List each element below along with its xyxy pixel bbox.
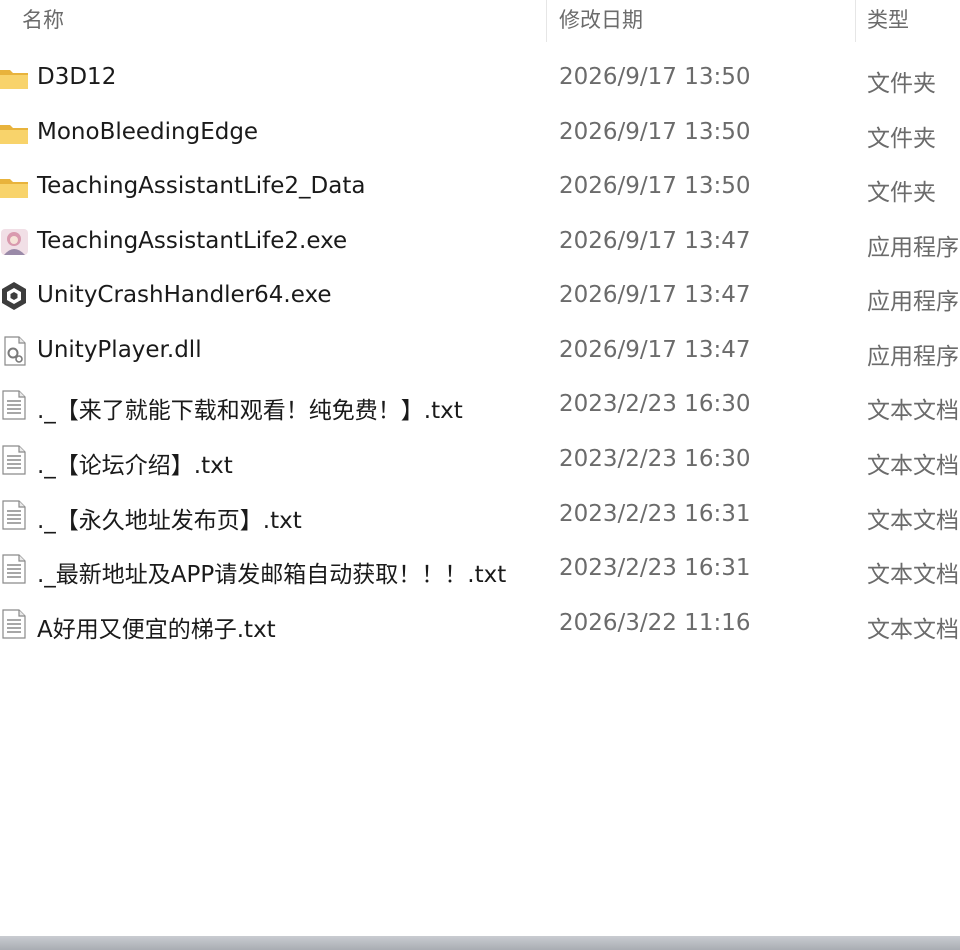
file-name: TeachingAssistantLife2.exe <box>37 228 348 254</box>
text-file-icon <box>0 609 30 639</box>
file-date: 2023/2/23 16:31 <box>559 501 751 527</box>
file-date: 2026/9/17 13:50 <box>559 173 751 199</box>
file-row[interactable]: ._【永久地址发布页】.txt 2023/2/23 16:31 文本文档 <box>0 489 960 543</box>
file-date: 2026/9/17 13:50 <box>559 64 751 90</box>
file-type: 文件夹 <box>867 126 936 152</box>
file-row[interactable]: ._最新地址及APP请发邮箱自动获取！！！.txt 2023/2/23 16:3… <box>0 543 960 597</box>
file-name: ._【论坛介绍】.txt <box>37 453 233 479</box>
file-name: MonoBleedingEdge <box>37 119 259 145</box>
file-name: A好用又便宜的梯子.txt <box>37 617 276 643</box>
file-name: TeachingAssistantLife2_Data <box>37 173 366 199</box>
file-type: 文本文档 <box>867 617 959 643</box>
file-type: 文件夹 <box>867 180 936 206</box>
file-type: 文本文档 <box>867 453 959 479</box>
file-type: 文本文档 <box>867 398 959 424</box>
file-date: 2026/9/17 13:47 <box>559 228 751 254</box>
column-header-name[interactable]: 名称 <box>22 4 64 34</box>
taskbar-edge <box>0 936 960 950</box>
text-file-icon <box>0 500 30 530</box>
file-date: 2023/2/23 16:30 <box>559 391 751 417</box>
file-name: ._【来了就能下载和观看！纯免费！】.txt <box>37 398 463 424</box>
text-file-icon <box>0 390 30 420</box>
file-name: UnityPlayer.dll <box>37 337 202 363</box>
file-type: 文本文档 <box>867 508 959 534</box>
unity-icon <box>0 281 30 311</box>
file-name: UnityCrashHandler64.exe <box>37 282 332 308</box>
file-row[interactable]: D3D12 2026/9/17 13:50 文件夹 <box>0 52 960 106</box>
column-header-date[interactable]: 修改日期 <box>559 4 643 34</box>
dll-file-icon <box>0 336 30 366</box>
file-row[interactable]: UnityCrashHandler64.exe 2026/9/17 13:47 … <box>0 270 960 324</box>
text-file-icon <box>0 445 30 475</box>
file-date: 2026/9/17 13:50 <box>559 119 751 145</box>
file-row[interactable]: TeachingAssistantLife2.exe 2026/9/17 13:… <box>0 216 960 270</box>
file-date: 2026/9/17 13:47 <box>559 337 751 363</box>
folder-icon <box>0 118 30 148</box>
file-row[interactable]: A好用又便宜的梯子.txt 2026/3/22 11:16 文本文档 <box>0 598 960 652</box>
column-divider[interactable] <box>546 0 547 42</box>
app-icon <box>0 227 30 257</box>
file-row[interactable]: ._【来了就能下载和观看！纯免费！】.txt 2023/2/23 16:30 文… <box>0 379 960 433</box>
file-row[interactable]: TeachingAssistantLife2_Data 2026/9/17 13… <box>0 161 960 215</box>
file-name: D3D12 <box>37 64 117 90</box>
file-type: 应用程序 <box>867 289 959 315</box>
folder-icon <box>0 172 30 202</box>
file-type: 文本文档 <box>867 562 959 588</box>
file-name: ._最新地址及APP请发邮箱自动获取！！！.txt <box>37 562 507 588</box>
text-file-icon <box>0 554 30 584</box>
file-row[interactable]: UnityPlayer.dll 2026/9/17 13:47 应用程序 <box>0 325 960 379</box>
file-type: 应用程序 <box>867 235 959 261</box>
file-date: 2026/9/17 13:47 <box>559 282 751 308</box>
column-header-row: 名称 修改日期 类型 <box>0 0 960 44</box>
column-header-type[interactable]: 类型 <box>867 4 909 34</box>
file-type: 文件夹 <box>867 71 936 97</box>
file-name: ._【永久地址发布页】.txt <box>37 508 302 534</box>
file-date: 2023/2/23 16:30 <box>559 446 751 472</box>
file-row[interactable]: ._【论坛介绍】.txt 2023/2/23 16:30 文本文档 <box>0 434 960 488</box>
column-divider[interactable] <box>855 0 856 42</box>
file-date: 2026/3/22 11:16 <box>559 610 751 636</box>
file-type: 应用程序 <box>867 344 959 370</box>
file-date: 2023/2/23 16:31 <box>559 555 751 581</box>
file-row[interactable]: MonoBleedingEdge 2026/9/17 13:50 文件夹 <box>0 107 960 161</box>
folder-icon <box>0 63 30 93</box>
